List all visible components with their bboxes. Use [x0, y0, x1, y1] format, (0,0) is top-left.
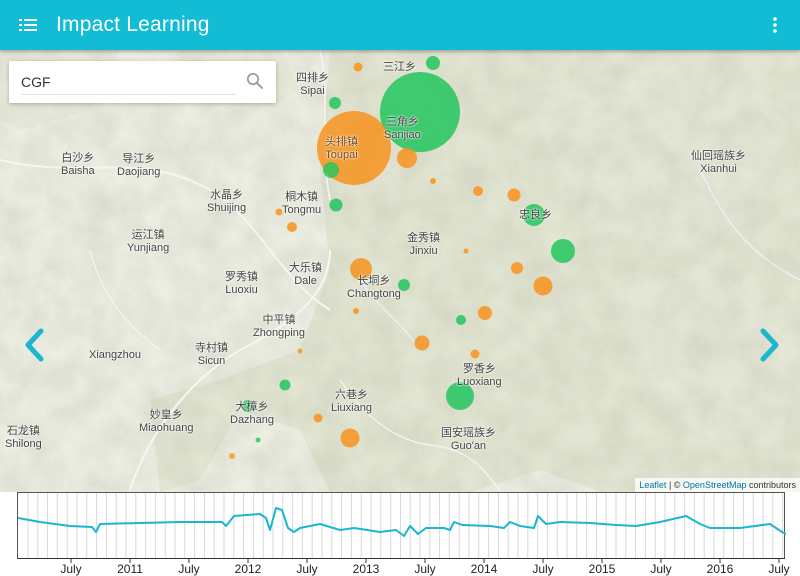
- place-label-jinxiu: 金秀镇 Jinxiu: [407, 232, 440, 257]
- impact-marker-orange[interactable]: [377, 128, 381, 132]
- impact-marker-orange[interactable]: [340, 428, 360, 448]
- timeline-tick-label: 2015: [588, 562, 616, 576]
- timeline-tick-label: 2011: [117, 562, 143, 576]
- impact-marker-orange[interactable]: [287, 222, 297, 232]
- impact-marker-green[interactable]: [329, 198, 343, 212]
- place-label-toupai: 头排镇 Toupai: [325, 136, 358, 161]
- timeline-tick-label: July: [60, 562, 82, 576]
- place-label-shuijing: 水晶乡 Shuijing: [207, 189, 247, 214]
- impact-marker-green[interactable]: [279, 379, 291, 391]
- impact-marker-orange[interactable]: [511, 262, 523, 274]
- chevron-left-icon[interactable]: [20, 325, 50, 365]
- impact-marker-orange[interactable]: [463, 248, 469, 254]
- app-title: Impact Learning: [56, 13, 210, 36]
- place-label-baisha: 白沙乡 Baisha: [61, 152, 95, 177]
- map[interactable]: 四排乡 Sipai 三江乡 三角乡 Sanjiao 头排镇 Toupai 白沙乡 Bai…: [0, 50, 800, 492]
- place-label-changtong: 长垌乡 Changtong: [347, 275, 401, 300]
- chevron-right-icon[interactable]: [754, 325, 784, 365]
- place-label-daojiang: 导江乡 Daojiang: [117, 153, 161, 178]
- impact-marker-orange[interactable]: [297, 348, 303, 354]
- timeline-tick-label: July: [768, 562, 790, 576]
- search-box: [9, 61, 276, 103]
- place-label-luoxiang: 罗香乡 Luoxiang: [457, 363, 502, 388]
- place-label-sicun: 寺村镇 Sicun: [195, 342, 228, 367]
- impact-marker-green[interactable]: [551, 239, 575, 263]
- timeline-tick-label: 2013: [352, 562, 380, 576]
- place-label-xianhui: 仙回瑶族乡 Xianhui: [691, 150, 746, 175]
- impact-marker-orange[interactable]: [533, 276, 553, 296]
- place-label-sanjiang: 三江乡: [383, 61, 416, 73]
- impact-marker-orange[interactable]: [507, 188, 521, 202]
- place-label-guoan: 国安瑶族乡 Guo'an: [441, 427, 496, 452]
- place-label-yunjiang: 运江镇 Yunjiang: [127, 229, 170, 254]
- timeline-tick-label: July: [414, 562, 436, 576]
- search-input[interactable]: [21, 69, 236, 95]
- impact-marker-orange[interactable]: [397, 148, 417, 168]
- impact-marker-green[interactable]: [255, 437, 261, 443]
- timeline-tick-label: July: [178, 562, 200, 576]
- place-label-sipai: 四排乡 Sipai: [296, 72, 329, 97]
- place-label-tongmu: 桐木镇 Tongmu: [282, 191, 322, 216]
- openstreetmap-link[interactable]: OpenStreetMap: [683, 480, 747, 490]
- impact-marker-orange[interactable]: [353, 62, 363, 72]
- impact-marker-orange[interactable]: [353, 308, 359, 314]
- place-label-miaohuang: 妙皇乡 Miaohuang: [139, 409, 194, 434]
- impact-marker-green[interactable]: [329, 97, 341, 109]
- place-label-luoxiu: 罗秀镇 Luoxiu: [225, 271, 258, 296]
- app-bar: Impact Learning: [0, 0, 800, 50]
- timeline-tick-label: July: [296, 562, 318, 576]
- impact-marker-green[interactable]: [426, 56, 440, 70]
- impact-marker-orange[interactable]: [313, 413, 323, 423]
- impact-marker-orange[interactable]: [473, 186, 483, 196]
- attribution-suffix: contributors: [746, 480, 796, 490]
- impact-marker-orange[interactable]: [229, 453, 235, 459]
- timeline-tick-label: July: [532, 562, 554, 576]
- map-attribution: Leaflet | © OpenStreetMap contributors: [635, 478, 800, 492]
- place-label-xiangzhou: Xiangzhou: [89, 349, 141, 361]
- timeline-tick-label: 2014: [470, 562, 498, 576]
- impact-marker-orange[interactable]: [478, 306, 492, 320]
- place-label-dazhang: 大樟乡 Dazhang: [230, 401, 275, 426]
- impact-marker-orange[interactable]: [470, 349, 480, 359]
- more-vert-icon: [773, 17, 777, 33]
- place-label-zhongping: 中平镇 Zhongping: [253, 314, 305, 339]
- impact-marker-green[interactable]: [456, 315, 466, 325]
- impact-marker-orange[interactable]: [430, 178, 436, 184]
- place-label-dale: 大乐镇 Dale: [289, 262, 322, 287]
- place-label-zhongliang: 忠良乡: [519, 209, 552, 221]
- timeline-tick-label: 2016: [706, 562, 734, 576]
- timeline-tick-label: 2012: [234, 562, 262, 576]
- timeline-tick-label: July: [650, 562, 672, 576]
- place-label-shilong: 石龙镇 Shilong: [5, 425, 42, 450]
- list-icon: [19, 19, 37, 31]
- impact-marker-orange[interactable]: [414, 335, 430, 351]
- leaflet-link[interactable]: Leaflet: [639, 480, 666, 490]
- menu-button[interactable]: [0, 0, 56, 50]
- attribution-separator: | ©: [666, 480, 683, 490]
- impact-marker-green[interactable]: [323, 162, 339, 178]
- place-label-liuxiang: 六巷乡 Liuxiang: [331, 389, 372, 414]
- more-options-button[interactable]: [760, 0, 790, 50]
- search-icon[interactable]: [246, 72, 264, 90]
- place-label-sanjiao: 三角乡 Sanjiao: [384, 116, 421, 141]
